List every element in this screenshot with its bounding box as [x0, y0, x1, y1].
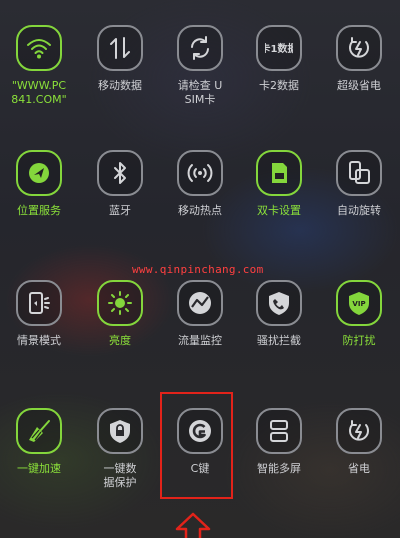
lock-shield-icon [97, 408, 143, 454]
watermark-text: www.qinpinchang.com [132, 263, 264, 276]
tile-label: 亮度 [109, 334, 131, 347]
vip-icon: VIP [336, 280, 382, 326]
brightness-icon [97, 280, 143, 326]
sync-icon [177, 25, 223, 71]
card1-data-icon: 卡1数据 [256, 25, 302, 71]
tile-mobile-data[interactable]: 移动数据 [80, 25, 160, 93]
tile-label: 请检查 U SIM卡 [177, 79, 223, 106]
harassment-block-icon [256, 280, 302, 326]
tile-label: 超级省电 [337, 79, 381, 92]
hotspot-icon [177, 150, 223, 196]
tile-label: 防打扰 [342, 334, 376, 347]
tile-wifi[interactable]: "WWW.PC 841.COM" [0, 25, 79, 107]
tile-label: 智能多屏 [257, 462, 301, 475]
highlight-box [160, 392, 233, 499]
tile-harassment-block[interactable]: 骚扰拦截 [239, 280, 319, 348]
tile-card1-data[interactable]: 卡1数据卡2数据 [239, 25, 319, 93]
up-arrow-icon [175, 512, 211, 538]
tile-label: 移动数据 [98, 79, 142, 92]
power-save-icon [336, 408, 382, 454]
wifi-icon [16, 25, 62, 71]
tile-multi-screen[interactable]: 智能多屏 [239, 408, 319, 476]
svg-text:卡1数据: 卡1数据 [265, 42, 293, 55]
svg-text:VIP: VIP [352, 300, 365, 308]
super-power-save-icon [336, 25, 382, 71]
auto-rotate-icon [336, 150, 382, 196]
scene-mode-icon [16, 280, 62, 326]
tile-label: 一键数 据保护 [103, 462, 137, 489]
tile-label: 一键加速 [17, 462, 61, 475]
tile-bluetooth[interactable]: 蓝牙 [80, 150, 160, 218]
broom-icon [16, 408, 62, 454]
traffic-monitor-icon [177, 280, 223, 326]
tile-label: 双卡设置 [257, 204, 301, 217]
tile-scene-mode[interactable]: 情景模式 [0, 280, 79, 348]
tile-label: 骚扰拦截 [257, 334, 301, 347]
tile-label: 蓝牙 [109, 204, 131, 217]
tile-auto-rotate[interactable]: 自动旋转 [319, 150, 399, 218]
mobile-data-icon [97, 25, 143, 71]
tile-label: 流量监控 [178, 334, 222, 347]
tile-hotspot[interactable]: 移动热点 [160, 150, 240, 218]
tile-super-power-save[interactable]: 超级省电 [319, 25, 399, 93]
tile-power-save[interactable]: 省电 [319, 408, 399, 476]
tile-lock-shield[interactable]: 一键数 据保护 [80, 408, 160, 490]
location-icon [16, 150, 62, 196]
dual-sim-icon [256, 150, 302, 196]
tile-label: 移动热点 [178, 204, 222, 217]
tile-label: 卡2数据 [259, 79, 299, 92]
tile-label: 自动旋转 [337, 204, 381, 217]
tile-dual-sim[interactable]: 双卡设置 [239, 150, 319, 218]
multi-screen-icon [256, 408, 302, 454]
tile-vip[interactable]: VIP 防打扰 [319, 280, 399, 348]
tile-traffic-monitor[interactable]: 流量监控 [160, 280, 240, 348]
tile-label: "WWW.PC 841.COM" [11, 79, 67, 106]
tile-location[interactable]: 位置服务 [0, 150, 79, 218]
bluetooth-icon [97, 150, 143, 196]
tile-broom[interactable]: 一键加速 [0, 408, 79, 476]
tile-label: 位置服务 [17, 204, 61, 217]
tile-label: 省电 [348, 462, 370, 475]
tile-brightness[interactable]: 亮度 [80, 280, 160, 348]
tile-sync[interactable]: 请检查 U SIM卡 [160, 25, 240, 107]
tile-label: 情景模式 [17, 334, 61, 347]
